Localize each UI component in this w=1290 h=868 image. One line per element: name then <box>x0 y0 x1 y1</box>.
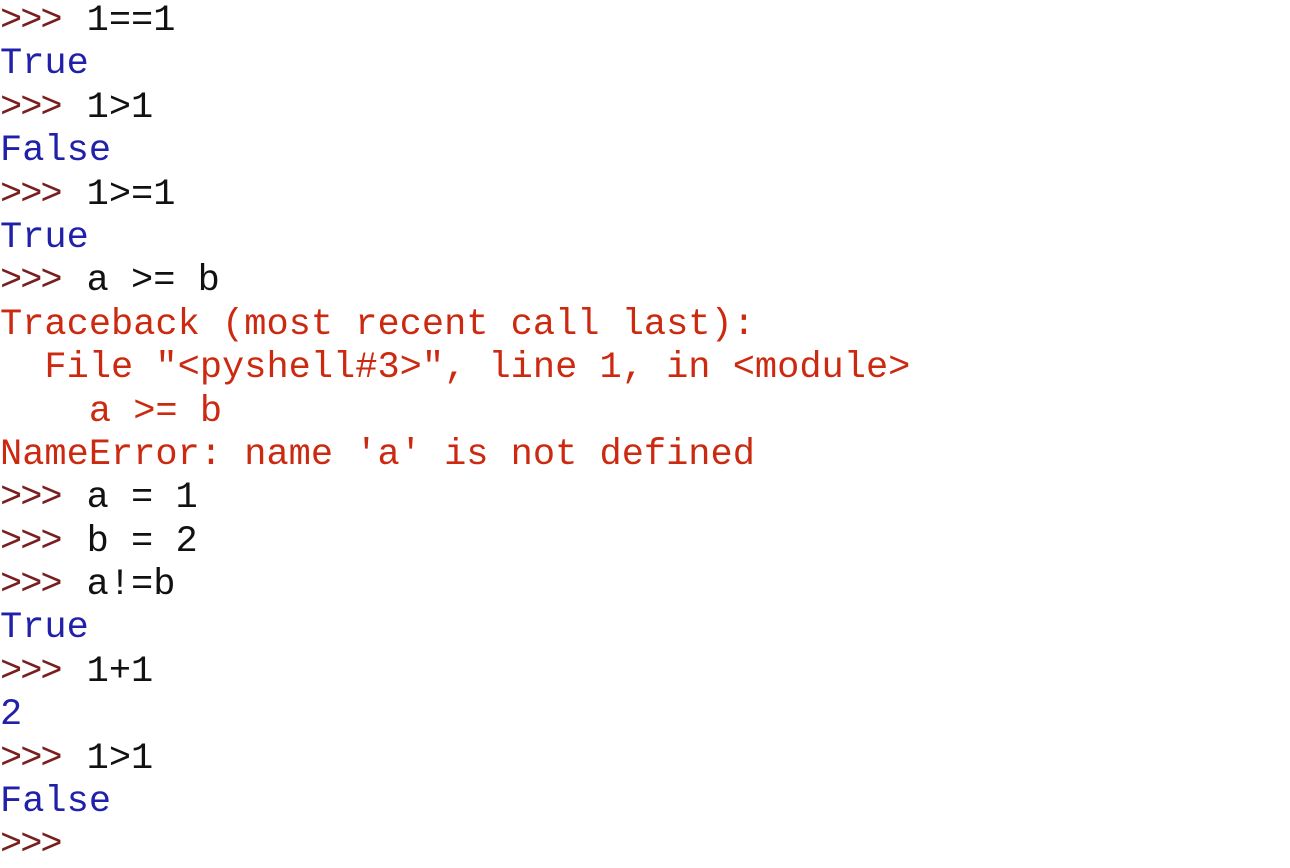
shell-line-input: >>> a >= b <box>0 260 1290 303</box>
shell-line-output: True <box>0 607 89 650</box>
shell-line-input: >>> 1>=1 <box>0 174 1290 217</box>
shell-line-input: >>> 1+1 <box>0 651 1290 694</box>
shell-line-output: True <box>0 43 89 86</box>
shell-line-error: NameError: name 'a' is not defined <box>0 433 755 476</box>
shell-line-input: >>> b = 2 <box>0 521 1290 564</box>
prompt: >>> <box>0 564 63 607</box>
shell-line-output: False <box>0 130 112 173</box>
shell-line-error: Traceback (most recent call last): <box>0 303 755 346</box>
shell-line-output: 2 <box>0 694 23 737</box>
shell-line-output: True <box>0 216 89 259</box>
prompt: >>> <box>0 737 63 780</box>
shell-line-output: False <box>0 781 112 824</box>
input-text: 1>1 <box>86 737 154 780</box>
input-text: a!=b <box>86 564 176 607</box>
python-shell[interactable]: >>> 1==1 True >>> 1>1 False >>> 1>=1 True >… <box>0 0 1290 868</box>
shell-line-input: >>> 1>1 <box>0 87 1290 130</box>
input-text: a = 1 <box>86 477 198 520</box>
prompt: >>> <box>0 86 63 129</box>
prompt: >>> <box>0 260 63 303</box>
shell-line-input: >>> 1==1 <box>0 0 1290 43</box>
shell-line-error: File "<pyshell#3>", line 1, in <module> <box>0 347 911 390</box>
shell-input-line[interactable]: >>> <box>0 824 1290 867</box>
prompt: >>> <box>0 650 63 693</box>
input-text: a >= b <box>86 260 220 303</box>
prompt: >>> <box>0 824 63 867</box>
input-text: b = 2 <box>86 520 198 563</box>
prompt: >>> <box>0 477 63 520</box>
shell-line-input: >>> a!=b <box>0 564 1290 607</box>
prompt: >>> <box>0 173 63 216</box>
shell-line-input: >>> 1>1 <box>0 738 1290 781</box>
input-text: 1+1 <box>86 650 154 693</box>
input-text: 1>1 <box>86 86 154 129</box>
shell-line-error: a >= b <box>0 390 223 433</box>
prompt: >>> <box>0 520 63 563</box>
prompt: >>> <box>0 0 63 42</box>
input-text: 1>=1 <box>86 173 176 216</box>
shell-line-input: >>> a = 1 <box>0 477 1290 520</box>
input-text: 1==1 <box>86 0 176 42</box>
